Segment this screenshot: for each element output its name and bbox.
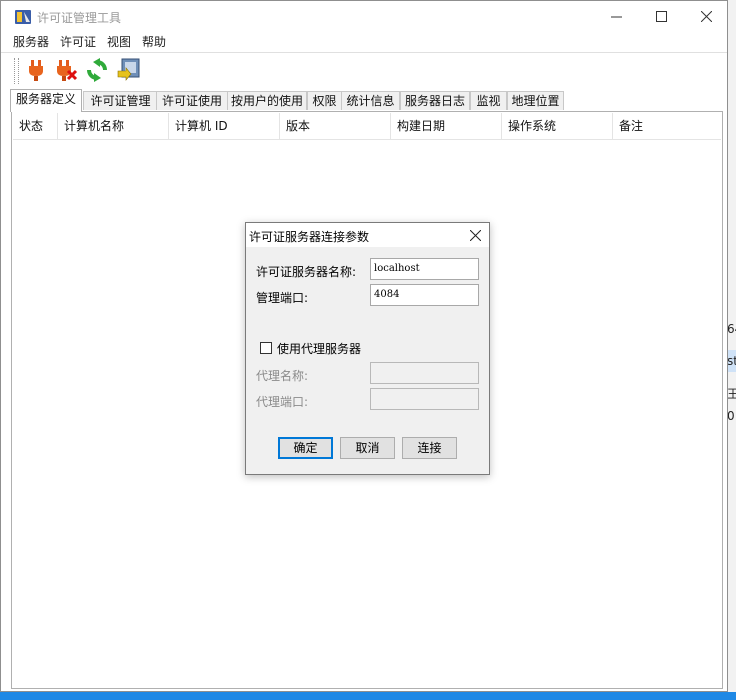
close-icon (700, 11, 712, 22)
toolbar (1, 52, 727, 89)
connect-dialog-button[interactable]: 连接 (402, 437, 457, 459)
minimize-icon (610, 16, 622, 18)
background-window-text: 64 (727, 322, 736, 336)
cancel-button[interactable]: 取消 (340, 437, 395, 459)
column-header-computer-name[interactable]: 计算机名称 (58, 113, 169, 139)
maximize-icon (655, 11, 667, 22)
tab-usage-by-user[interactable]: 按用户的使用 (227, 91, 307, 110)
menu-bar: 服务器 许可证 视图 帮助 (1, 32, 727, 52)
app-icon (15, 10, 31, 24)
taskbar-edge (0, 692, 736, 700)
dialog-close-button[interactable] (464, 225, 486, 245)
tab-license-management[interactable]: 许可证管理 (83, 91, 158, 110)
dialog-title: 许可证服务器连接参数 (249, 230, 370, 244)
port-input[interactable]: 4084 (370, 284, 479, 306)
menu-view[interactable]: 视图 (100, 32, 135, 52)
dialog-title-bar[interactable]: 许可证服务器连接参数 (246, 223, 489, 247)
close-button[interactable] (683, 1, 729, 32)
connection-dialog: 许可证服务器连接参数 许可证服务器名称: localhost 管理端口: 408… (245, 222, 490, 475)
plug-connect-icon (29, 60, 43, 81)
tab-permissions[interactable]: 权限 (307, 91, 342, 110)
tab-server-log[interactable]: 服务器日志 (400, 91, 470, 110)
window-title: 许可证管理工具 (37, 11, 122, 25)
close-icon (469, 229, 481, 241)
server-table-header: 状态 计算机名称 计算机 ID 版本 构建日期 操作系统 备注 (13, 113, 721, 140)
tab-location[interactable]: 地理位置 (507, 91, 564, 110)
tab-monitor[interactable]: 监视 (470, 91, 507, 110)
use-proxy-checkbox[interactable] (260, 342, 272, 354)
column-header-build-date[interactable]: 构建日期 (391, 113, 502, 139)
refresh-icon (87, 58, 107, 82)
column-header-version[interactable]: 版本 (280, 113, 391, 139)
menu-server[interactable]: 服务器 (1, 32, 53, 52)
menu-help[interactable]: 帮助 (135, 32, 170, 52)
server-name-label: 许可证服务器名称: (256, 265, 357, 279)
proxy-name-label: 代理名称: (256, 369, 309, 383)
toolbar-grip[interactable] (14, 58, 19, 84)
column-header-computer-id[interactable]: 计算机 ID (169, 113, 280, 139)
background-window-text: 0 (727, 409, 735, 423)
menu-license[interactable]: 许可证 (53, 32, 100, 52)
server-name-input[interactable]: localhost (370, 258, 479, 280)
tab-license-usage[interactable]: 许可证使用 (156, 91, 228, 110)
title-bar[interactable]: 许可证管理工具 (1, 1, 727, 32)
background-window-text: st (727, 350, 736, 372)
tab-server-definition[interactable]: 服务器定义 (10, 89, 82, 112)
column-header-status[interactable]: 状态 (13, 113, 58, 139)
column-header-os[interactable]: 操作系统 (502, 113, 613, 139)
background-window-text: 王 (727, 387, 736, 401)
plug-disconnect-icon (57, 60, 78, 81)
ok-button[interactable]: 确定 (278, 437, 333, 459)
tab-statistics[interactable]: 统计信息 (341, 91, 400, 110)
port-label: 管理端口: (256, 291, 309, 305)
disconnect-button[interactable] (52, 56, 80, 84)
proxy-port-label: 代理端口: (256, 395, 309, 409)
maximize-button[interactable] (638, 1, 684, 32)
minimize-button[interactable] (593, 1, 639, 32)
proxy-name-input (370, 362, 479, 384)
connect-button[interactable] (22, 56, 50, 84)
proxy-port-input (370, 388, 479, 410)
export-icon (117, 58, 140, 81)
use-proxy-label[interactable]: 使用代理服务器 (277, 340, 361, 357)
column-header-notes[interactable]: 备注 (613, 113, 721, 139)
refresh-button[interactable] (83, 56, 111, 84)
export-button[interactable] (115, 56, 143, 84)
